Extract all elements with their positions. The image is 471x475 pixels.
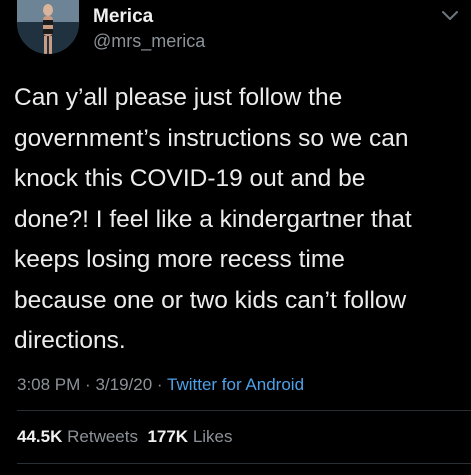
retweets-count: 44.5K bbox=[17, 427, 63, 446]
retweets-stat[interactable]: 44.5K Retweets bbox=[17, 427, 138, 446]
username-handle[interactable]: @mrs_merica bbox=[93, 31, 205, 52]
avatar-photo bbox=[17, 0, 79, 54]
engagement-stats: 44.5K Retweets 177K Likes bbox=[17, 427, 233, 447]
meta-separator: · bbox=[156, 375, 163, 394]
retweets-label: Retweets bbox=[67, 427, 138, 446]
tweet-text-line: government’s instructions so we can bbox=[14, 124, 409, 152]
chevron-down-icon[interactable] bbox=[440, 8, 460, 24]
display-name[interactable]: Merica bbox=[93, 6, 153, 28]
tweet-text-line: done?! I feel like a kindergartner that bbox=[14, 205, 412, 233]
tweet-text-line: Can y’all please just follow the bbox=[14, 84, 343, 111]
divider bbox=[17, 463, 471, 464]
meta-separator: · bbox=[85, 375, 91, 394]
tweet-text-line: keeps losing more recess time bbox=[14, 246, 345, 273]
tweet-text-line: because one or two kids can’t follow bbox=[14, 286, 407, 314]
tweet-text: Can y’all please just follow the governm… bbox=[14, 78, 459, 362]
likes-label: Likes bbox=[192, 427, 233, 446]
tweet: Merica @mrs_merica Can y’all please just… bbox=[0, 0, 471, 475]
tweet-source-link[interactable]: Twitter for Android bbox=[167, 375, 304, 394]
likes-count: 177K bbox=[147, 427, 189, 446]
tweet-date[interactable]: 3/19/20 bbox=[95, 375, 152, 394]
avatar[interactable] bbox=[17, 0, 79, 54]
tweet-text-line: directions. bbox=[14, 327, 126, 354]
likes-stat[interactable]: 177K Likes bbox=[147, 427, 232, 446]
tweet-text-line: knock this COVID-19 out and be bbox=[14, 165, 366, 192]
tweet-metadata: 3:08 PM · 3/19/20 · Twitter for Android bbox=[17, 375, 304, 395]
divider bbox=[17, 410, 471, 411]
tweet-time[interactable]: 3:08 PM bbox=[17, 375, 80, 394]
